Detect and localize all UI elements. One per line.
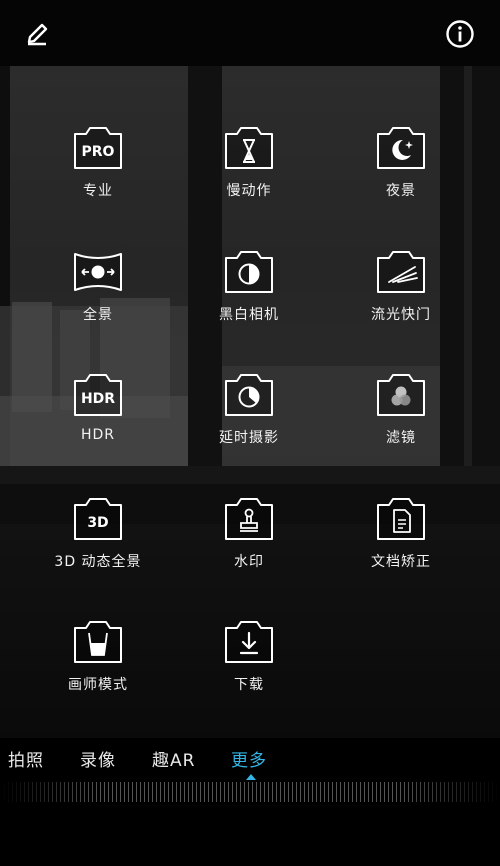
mode-label: HDR [80, 427, 116, 443]
mode-tab-bar: 拍照 录像 趣AR 更多 [0, 738, 500, 866]
hourglass-icon [225, 127, 273, 169]
mode-label: 专业 [83, 183, 113, 199]
mode-hdr[interactable]: HDR HDR [23, 372, 173, 472]
mode-label: 黑白相机 [219, 307, 279, 323]
paint-cup-icon [74, 621, 122, 663]
mode-panorama[interactable]: 全景 [23, 249, 173, 349]
mode-slow-motion[interactable]: 慢动作 [174, 125, 324, 225]
3d-icon-text: 3D [87, 515, 108, 531]
mode-label: 滤镜 [386, 430, 416, 446]
hdr-icon: HDR [74, 374, 122, 416]
mode-pro[interactable]: PRO 专业 [23, 125, 173, 225]
pro-icon-text: PRO [82, 144, 115, 160]
contrast-icon [225, 251, 273, 293]
mode-night[interactable]: 夜景 [326, 125, 476, 225]
mode-monochrome[interactable]: 黑白相机 [174, 249, 324, 349]
active-tab-indicator [246, 774, 256, 780]
mode-download[interactable]: 下载 [174, 619, 324, 719]
tab-photo[interactable]: 拍照 [8, 746, 44, 771]
mode-3d-panorama[interactable]: 3D 3D 动态全景 [23, 496, 173, 596]
download-icon [225, 621, 273, 663]
mode-label: 画师模式 [68, 677, 128, 693]
tab-ar[interactable]: 趣AR [152, 746, 195, 771]
mode-label: 流光快门 [371, 307, 431, 323]
top-bar [0, 0, 500, 66]
mode-label: 全景 [83, 307, 113, 323]
mode-label: 水印 [234, 554, 264, 570]
document-icon [377, 498, 425, 540]
timelapse-icon [225, 374, 273, 416]
mode-timelapse[interactable]: 延时摄影 [174, 372, 324, 472]
speed-lines-icon [377, 251, 425, 293]
mode-painter[interactable]: 画师模式 [23, 619, 173, 719]
mode-label: 下载 [234, 677, 264, 693]
tab-more[interactable]: 更多 [231, 746, 267, 771]
panorama-icon [74, 253, 122, 291]
hdr-icon-text: HDR [81, 391, 115, 407]
ruler-fade [0, 782, 500, 802]
filter-circles-icon [377, 374, 425, 416]
mode-watermark[interactable]: 水印 [174, 496, 324, 596]
mode-label: 慢动作 [226, 183, 272, 199]
mode-filter[interactable]: 滤镜 [326, 372, 476, 472]
3d-icon: 3D [74, 498, 122, 540]
tab-video[interactable]: 录像 [80, 746, 116, 771]
stamp-icon [225, 498, 273, 540]
mode-label: 文档矫正 [371, 554, 431, 570]
pencil-icon[interactable] [24, 20, 52, 48]
mode-label: 延时摄影 [219, 430, 279, 446]
info-icon[interactable] [445, 19, 475, 49]
moon-icon [377, 127, 425, 169]
mode-light-painting[interactable]: 流光快门 [326, 249, 476, 349]
mode-label: 夜景 [386, 183, 416, 199]
pro-icon: PRO [74, 127, 122, 169]
mode-document[interactable]: 文档矫正 [326, 496, 476, 596]
mode-label: 3D 动态全景 [54, 554, 142, 570]
